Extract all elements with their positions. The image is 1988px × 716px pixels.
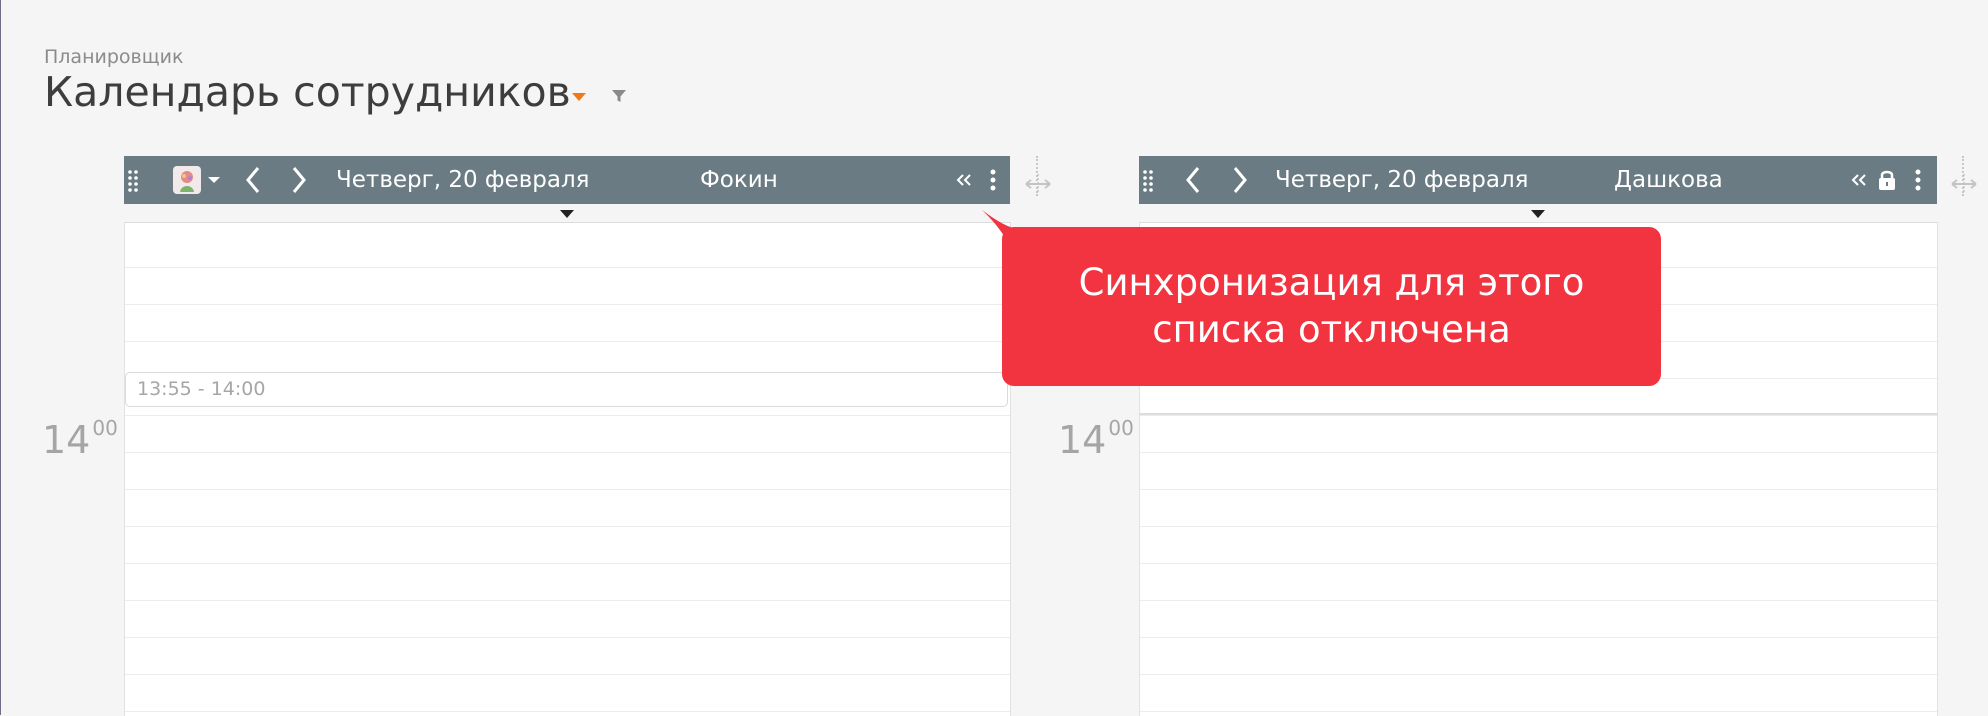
window-edge	[0, 0, 1, 715]
panel-employee-name[interactable]: Фокин	[700, 156, 778, 204]
panel-date[interactable]: Четверг, 20 февраля	[336, 156, 590, 204]
collapse-icon[interactable]	[954, 156, 974, 204]
chevron-right-icon[interactable]	[1229, 156, 1251, 204]
date-marker-caret-icon	[560, 210, 574, 218]
schedule-grid-fokin[interactable]	[124, 222, 1011, 716]
avatar[interactable]	[172, 156, 202, 204]
hour-minutes: 00	[92, 416, 118, 440]
calendar-event[interactable]: 13:55 - 14:00	[125, 372, 1008, 407]
sync-disabled-tooltip: Синхронизация для этого списка отключена	[1002, 227, 1661, 386]
title-dropdown-caret-icon[interactable]	[572, 93, 586, 101]
hour-divider	[1139, 413, 1938, 415]
chevron-right-icon[interactable]	[288, 156, 310, 204]
chevron-down-icon[interactable]	[206, 156, 222, 204]
resize-handle-icon[interactable]	[1950, 172, 1978, 196]
lock-icon[interactable]	[1875, 156, 1899, 204]
collapse-icon[interactable]	[1849, 156, 1869, 204]
hour-label: 14 00	[1058, 416, 1134, 462]
resize-handle-icon[interactable]	[1024, 172, 1052, 196]
date-marker-caret-icon	[1531, 210, 1545, 218]
page-title: Календарь сотрудников	[44, 68, 571, 116]
more-icon[interactable]	[986, 156, 1000, 204]
drag-handle-icon[interactable]	[1139, 156, 1157, 204]
chevron-left-icon[interactable]	[242, 156, 264, 204]
panel-header-dashkova: Четверг, 20 февраля Дашкова	[1139, 156, 1937, 204]
more-icon[interactable]	[1911, 156, 1925, 204]
tooltip-text: Синхронизация для этого списка отключена	[1078, 261, 1585, 351]
panel-employee-name[interactable]: Дашкова	[1614, 156, 1723, 204]
hour-minutes: 00	[1108, 416, 1134, 440]
drag-handle-icon[interactable]	[124, 156, 142, 204]
filter-icon[interactable]	[610, 87, 628, 105]
hour-label: 14 00	[42, 416, 118, 462]
hour-value: 14	[42, 418, 91, 462]
hour-value: 14	[1058, 418, 1107, 462]
event-time: 13:55 - 14:00	[137, 378, 266, 400]
panel-header-fokin: Четверг, 20 февраля Фокин	[124, 156, 1010, 204]
breadcrumb[interactable]: Планировщик	[44, 46, 183, 68]
panel-date[interactable]: Четверг, 20 февраля	[1275, 156, 1529, 204]
chevron-left-icon[interactable]	[1182, 156, 1204, 204]
